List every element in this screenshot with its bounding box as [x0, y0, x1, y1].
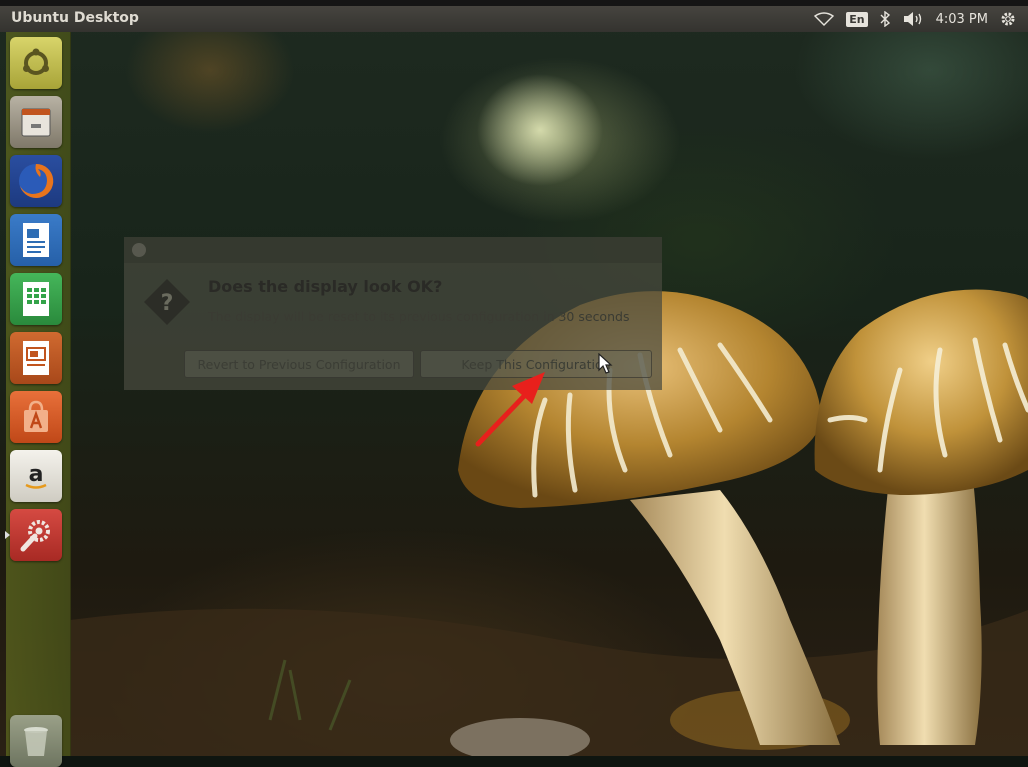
clock-time: 4:03 PM — [935, 11, 988, 27]
launcher-libreoffice-writer[interactable] — [10, 214, 62, 266]
trash-icon — [24, 727, 48, 756]
dialog-message: The display will be reset to its previou… — [208, 309, 630, 324]
mouse-pointer-icon — [598, 353, 613, 374]
volume-icon — [903, 12, 921, 26]
writer-document-icon — [23, 223, 49, 257]
language-label: En — [846, 11, 868, 27]
dialog-close-button[interactable] — [132, 243, 146, 257]
firefox-icon — [19, 163, 54, 198]
launcher-libreoffice-impress[interactable] — [10, 332, 62, 384]
indicator-area: En 4:03 PM — [808, 6, 1022, 32]
ubuntu-logo-icon — [23, 48, 49, 75]
dialog-titlebar — [124, 237, 662, 263]
bluetooth-icon — [880, 11, 890, 27]
volume-indicator[interactable] — [896, 6, 930, 32]
window-title: Ubuntu Desktop — [11, 10, 139, 26]
revert-configuration-button[interactable]: Revert to Previous Configuration — [184, 350, 414, 378]
svg-text:a: a — [29, 462, 44, 487]
wifi-icon — [814, 12, 835, 26]
dialog-heading: Does the display look OK? — [208, 277, 443, 296]
launcher-system-settings[interactable] — [5, 509, 62, 561]
file-cabinet-icon — [21, 108, 51, 137]
clock-indicator[interactable]: 4:03 PM — [930, 6, 994, 32]
svg-text:?: ? — [161, 291, 174, 316]
launcher-dash-button[interactable] — [10, 37, 62, 89]
launcher-files[interactable] — [10, 96, 62, 148]
launcher-amazon[interactable]: a — [10, 450, 62, 502]
top-panel: Ubuntu Desktop En 4:03 PM — [0, 6, 1028, 32]
bluetooth-indicator[interactable] — [874, 6, 896, 32]
keyboard-language-indicator[interactable]: En — [840, 6, 873, 32]
launcher-firefox[interactable] — [10, 155, 62, 207]
running-indicator — [5, 531, 10, 539]
launcher-trash[interactable] — [10, 715, 62, 767]
launcher-software-center[interactable] — [10, 391, 62, 443]
system-menu[interactable] — [994, 6, 1022, 32]
shopping-bag-icon — [24, 400, 48, 432]
amazon-icon: a — [25, 462, 47, 489]
system-gear-icon — [1001, 12, 1015, 26]
impress-presentation-icon — [23, 341, 49, 375]
wifi-indicator[interactable] — [808, 6, 840, 32]
calc-spreadsheet-icon — [23, 282, 49, 316]
keep-configuration-button[interactable]: Keep This Configuration — [420, 350, 652, 378]
settings-wrench-icon — [20, 520, 50, 552]
question-icon: ? — [144, 279, 190, 325]
display-confirm-dialog: ? Does the display look OK? The display … — [124, 237, 662, 390]
launcher-libreoffice-calc[interactable] — [10, 273, 62, 325]
unity-launcher: a — [5, 32, 71, 767]
